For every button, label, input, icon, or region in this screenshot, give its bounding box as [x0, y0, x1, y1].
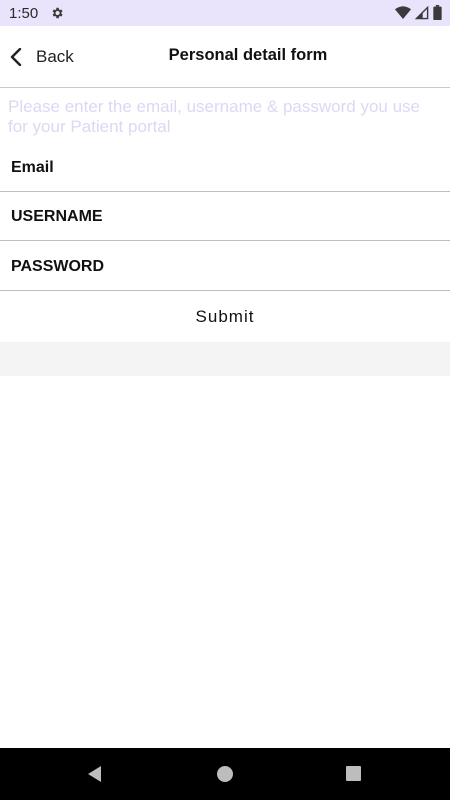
status-bar: 1:50 — [0, 0, 450, 26]
instruction-text: Please enter the email, username & passw… — [8, 97, 421, 136]
back-nav-icon[interactable] — [86, 765, 104, 783]
password-field[interactable]: PASSWORD — [0, 242, 450, 291]
email-field[interactable]: Email — [0, 143, 450, 192]
header: Back Personal detail form — [0, 26, 450, 88]
home-nav-icon[interactable] — [217, 766, 233, 782]
username-label: USERNAME — [11, 208, 103, 225]
battery-icon — [433, 5, 442, 25]
page-title: Personal detail form — [168, 46, 328, 64]
recents-nav-icon[interactable] — [346, 766, 361, 781]
status-time: 1:50 — [9, 4, 39, 22]
submit-button[interactable]: Submit — [0, 292, 450, 342]
username-field[interactable]: USERNAME — [0, 192, 450, 241]
password-label: PASSWORD — [11, 258, 105, 275]
signal-icon — [414, 5, 429, 25]
settings-icon — [50, 6, 64, 20]
status-icons — [395, 5, 442, 25]
footer-strip — [0, 342, 450, 376]
email-label: Email — [11, 159, 54, 176]
navigation-bar — [0, 748, 450, 800]
screen: 1:50 Back Personal detail form Please en… — [0, 0, 450, 800]
wifi-icon — [395, 5, 411, 25]
